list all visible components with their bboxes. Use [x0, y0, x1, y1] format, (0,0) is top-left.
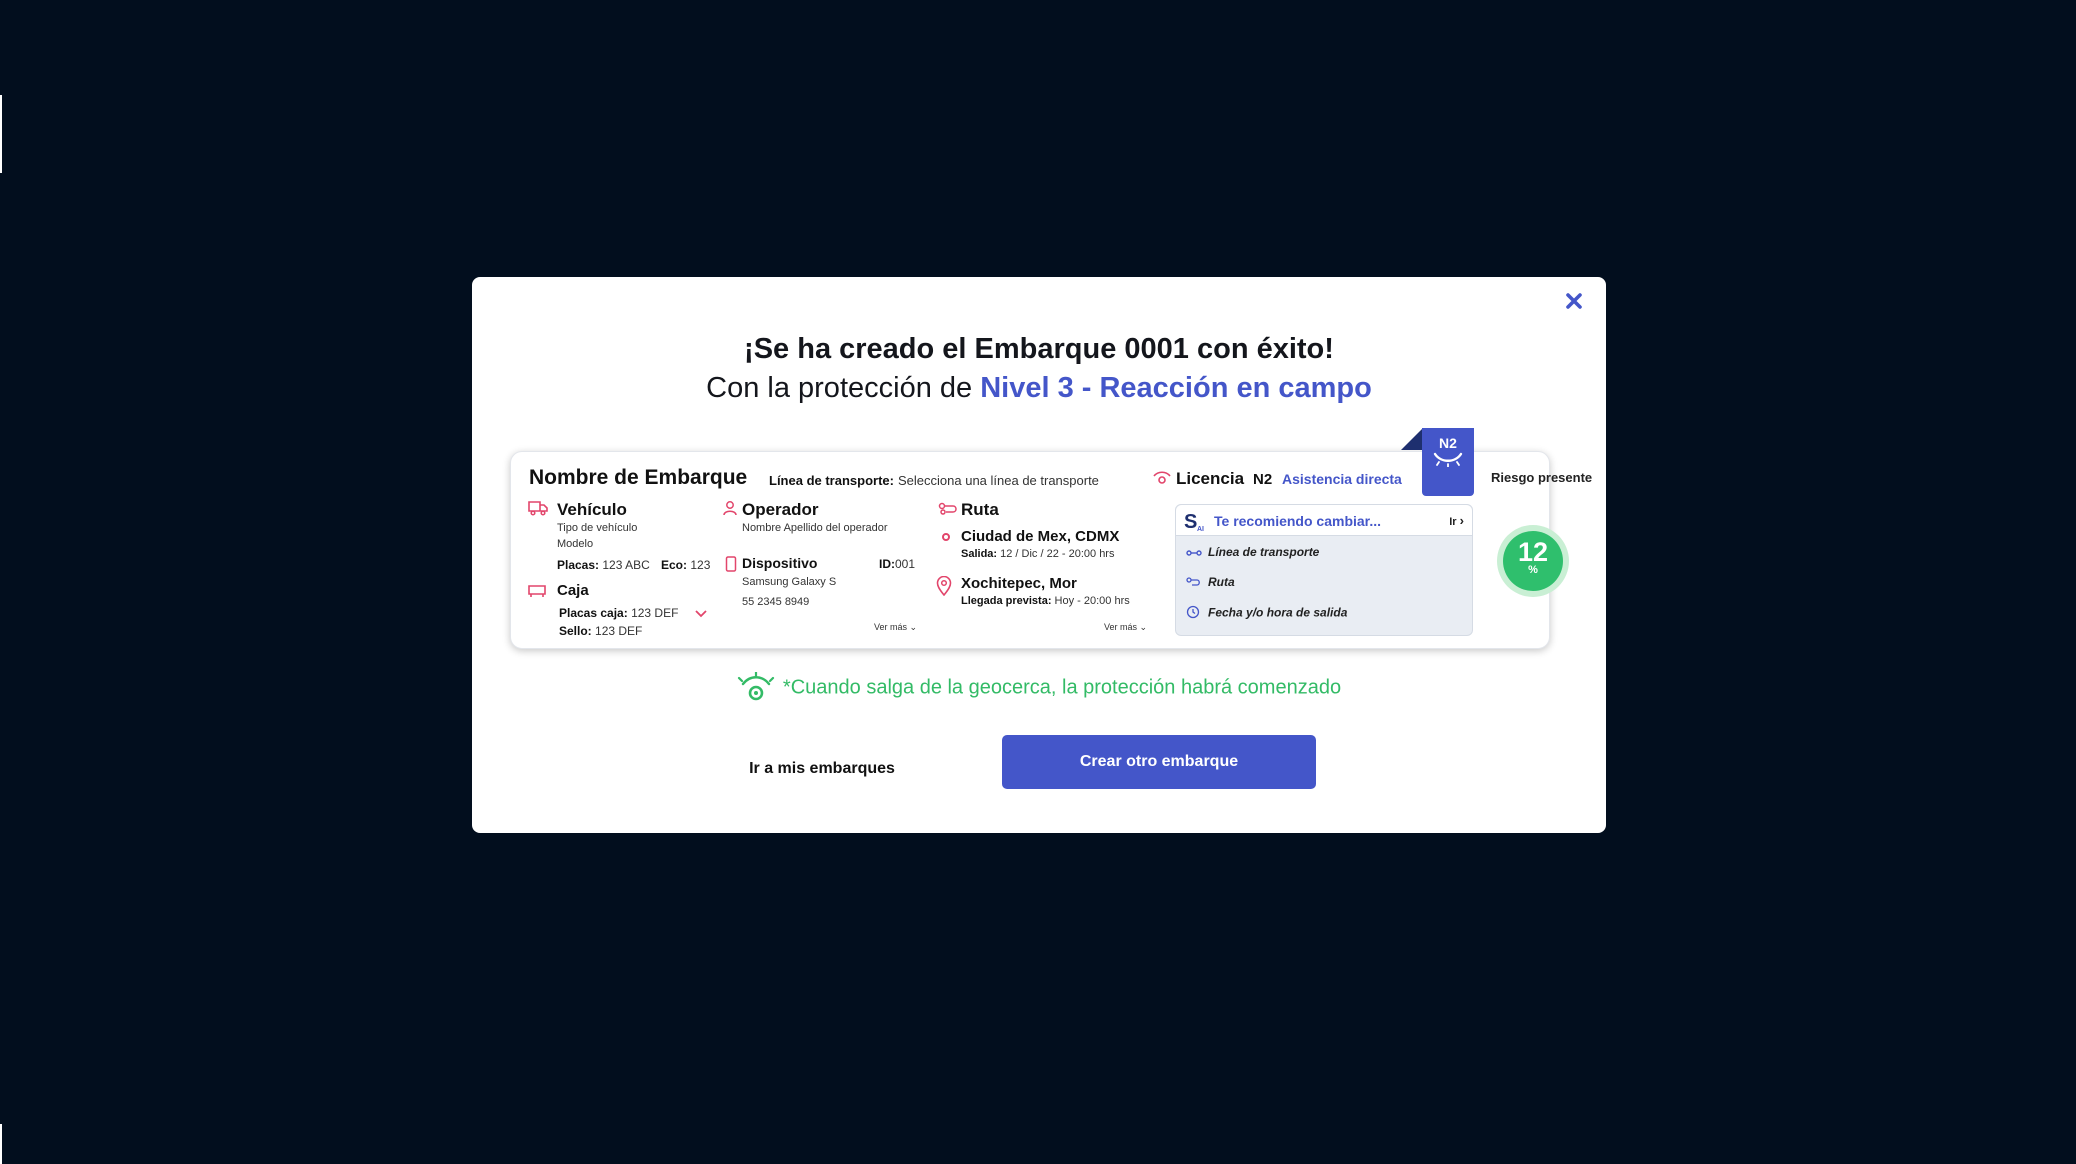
route-title: Ruta: [961, 500, 999, 519]
device-see-more-link[interactable]: Ver más ⌄: [874, 622, 917, 633]
transport-line-icon: [1186, 546, 1202, 560]
license-label: Licencia: [1176, 469, 1245, 488]
smile-eye-icon: [1433, 452, 1463, 468]
window-edge-marker: [0, 95, 2, 173]
origin-dot-icon: [942, 533, 950, 541]
reco-item-label: Línea de transporte: [1208, 545, 1320, 559]
box-title: Caja: [557, 582, 589, 599]
vehicle-plates: Placas: 123 ABC: [557, 558, 650, 572]
route-origin: Ciudad de Mex, CDMX: [961, 528, 1120, 545]
close-button[interactable]: [1562, 289, 1586, 313]
recommendation-header[interactable]: S AI Te recomiendo cambiar... Ir ›: [1176, 505, 1472, 536]
svg-text:AI: AI: [1197, 526, 1204, 533]
vehicle-type: Tipo de vehículo: [557, 522, 638, 534]
location-pin-icon: [936, 576, 952, 596]
clock-icon: [1186, 605, 1202, 622]
trailer-icon: [528, 585, 546, 597]
risk-unit: %: [1528, 564, 1538, 576]
reco-item-route[interactable]: Ruta: [1186, 575, 1235, 590]
success-modal: ¡Se ha creado el Embarque 0001 con éxito…: [472, 277, 1606, 833]
plates-label: Placas:: [557, 558, 600, 572]
device-model: Samsung Galaxy S: [742, 576, 837, 588]
phone-icon: [725, 556, 737, 572]
operator-title: Operador: [742, 500, 819, 519]
vehicle-eco: Eco: 123: [661, 558, 710, 572]
vehicle-model: Modelo: [557, 538, 594, 550]
route-icon: [938, 502, 957, 515]
window-edge-marker: [0, 1124, 2, 1164]
box-seal-value: 123 DEF: [595, 624, 643, 638]
operator-name: Nombre Apellido del operador: [742, 522, 888, 534]
shipment-name: Nombre de Embarque: [529, 466, 748, 489]
license-level: N2: [1253, 471, 1273, 488]
recommendation-go-label: Ir: [1449, 516, 1457, 528]
device-see-more-label: Ver más: [874, 622, 908, 632]
reco-item-departure-time[interactable]: Fecha y/o hora de salida: [1186, 605, 1347, 622]
protection-level: Nivel 3 - Reacción en campo: [980, 372, 1372, 404]
chevron-down-icon: ⌄: [1139, 622, 1148, 632]
risk-value: 12: [1517, 537, 1549, 567]
vehicle-title: Vehículo: [557, 500, 627, 519]
license-tag-level: N2: [1439, 435, 1457, 451]
arrival-value: Hoy - 20:00 hrs: [1054, 595, 1130, 607]
route-see-more-link[interactable]: Ver más ⌄: [1104, 622, 1147, 633]
box-seal: Sello: 123 DEF: [559, 624, 642, 638]
route-departure: Salida: 12 / Dic / 22 - 20:00 hrs: [961, 548, 1114, 560]
eye-signal-icon: [737, 670, 775, 701]
chevron-down-icon: ⌄: [909, 622, 918, 632]
svg-text:S: S: [1184, 511, 1197, 533]
device-title: Dispositivo: [742, 555, 818, 571]
arrival-label: Llegada prevista:: [961, 595, 1052, 607]
chevron-right-icon: ›: [1459, 513, 1464, 528]
eco-value: 123: [690, 558, 711, 572]
recommendation-panel: S AI Te recomiendo cambiar... Ir › Línea…: [1175, 504, 1473, 636]
route-destination: Xochitepec, Mor: [961, 575, 1077, 592]
box-plates-value: 123 DEF: [631, 606, 679, 620]
shipment-summary-card: Nombre de Embarque Línea de transporte: …: [510, 428, 1592, 649]
reco-item-transport-line[interactable]: Línea de transporte: [1186, 545, 1319, 560]
box-seal-label: Sello:: [559, 624, 592, 638]
license-tag-badge: N2: [1422, 428, 1474, 496]
plates-value: 123 ABC: [602, 558, 650, 572]
eco-label: Eco:: [661, 558, 688, 572]
device-id: ID:001: [879, 557, 915, 571]
device-id-value: 001: [895, 557, 916, 571]
recommendation-title: Te recomiendo cambiar...: [1214, 513, 1382, 529]
route-see-more-label: Ver más: [1104, 622, 1138, 632]
route-arrival: Llegada prevista: Hoy - 20:00 hrs: [961, 595, 1130, 607]
risk-indicator: 12 %: [1497, 525, 1569, 597]
recommendation-go-link[interactable]: Ir ›: [1449, 513, 1464, 528]
geofence-note: *Cuando salga de la geocerca, la protecc…: [472, 670, 1606, 704]
risk-circle: 12 %: [1503, 531, 1563, 591]
box-plates: Placas caja: 123 DEF: [559, 606, 678, 620]
eye-signal-icon: [1153, 471, 1171, 484]
device-id-label: ID:: [879, 557, 895, 571]
subtitle-prefix: Con la protección de: [706, 372, 981, 404]
modal-subtitle: Con la protección de Nivel 3 - Reacción …: [472, 372, 1606, 405]
departure-label: Salida:: [961, 548, 998, 560]
departure-value: 12 / Dic / 22 - 20:00 hrs: [1000, 548, 1115, 560]
box-plates-label: Placas caja:: [559, 606, 628, 620]
assistant-logo-icon: S AI: [1184, 511, 1204, 533]
reco-item-label: Fecha y/o hora de salida: [1208, 605, 1348, 620]
device-phone: 55 2345 8949: [742, 596, 810, 608]
transport-line-label: Línea de transporte:: [769, 473, 894, 488]
close-icon: [1566, 293, 1582, 309]
truck-icon: [528, 501, 548, 516]
geofence-note-text: *Cuando salga de la geocerca, la protecc…: [782, 676, 1342, 699]
modal-title: ¡Se ha creado el Embarque 0001 con éxito…: [744, 333, 1334, 365]
direct-assistance-link[interactable]: Asistencia directa: [1282, 471, 1402, 487]
create-another-shipment-button[interactable]: Crear otro embarque: [1002, 735, 1316, 789]
transport-line-select[interactable]: Selecciona una línea de transporte: [898, 473, 1099, 488]
route-icon: [1186, 576, 1202, 590]
license-tag-fold: [1401, 428, 1423, 450]
reco-item-label: Ruta: [1208, 575, 1235, 589]
go-to-shipments-button[interactable]: Ir a mis embarques: [728, 752, 916, 786]
risk-label: Riesgo presente: [1491, 470, 1593, 485]
chevron-down-icon[interactable]: [695, 610, 707, 618]
user-icon: [723, 501, 737, 516]
